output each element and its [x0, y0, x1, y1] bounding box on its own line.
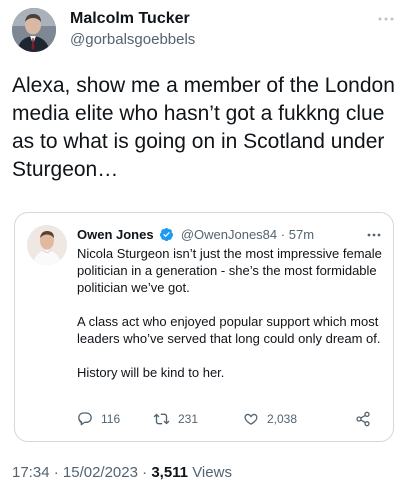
- author-name[interactable]: Malcolm Tucker: [70, 10, 190, 28]
- quoted-tweet-time[interactable]: 57m: [289, 227, 314, 242]
- reply-count: 116: [101, 412, 121, 426]
- retweet-count: 231: [178, 412, 199, 426]
- more-horizontal-icon: [378, 17, 394, 21]
- tweet-page: Malcolm Tucker @gorbalsgoebbels Alexa, s…: [0, 0, 410, 500]
- author-handle[interactable]: @gorbalsgoebbels: [70, 31, 195, 48]
- like-count: 2,038: [267, 412, 298, 426]
- reply-button[interactable]: 116: [77, 410, 120, 428]
- share-button[interactable]: [355, 410, 379, 428]
- separator-dot: ·: [142, 464, 148, 481]
- quoted-more-icon[interactable]: [367, 229, 381, 237]
- quoted-author-handle[interactable]: @OwenJones84: [181, 227, 277, 242]
- reply-icon: [78, 412, 92, 426]
- separator-dot: ·: [280, 227, 286, 242]
- tweet-meta: 17:34 · 15/02/2023 · 3,511 Views: [12, 464, 232, 481]
- quoted-author-avatar-image: [27, 225, 67, 265]
- author-avatar[interactable]: [12, 8, 56, 52]
- verified-badge-icon: [159, 227, 174, 246]
- tweet-text: Alexa, show me a member of the London me…: [12, 72, 398, 184]
- heart-icon: [244, 413, 258, 425]
- author-avatar-image: [12, 8, 56, 52]
- quoted-author-name[interactable]: Owen Jones: [77, 227, 154, 242]
- quoted-paragraph: History will be kind to her.: [77, 365, 225, 380]
- tweet-date[interactable]: 15/02/2023: [63, 464, 138, 481]
- share-icon: [356, 411, 370, 427]
- more-icon[interactable]: [378, 12, 394, 22]
- quoted-tweet-header: Owen Jones @OwenJones84 · 57m: [77, 227, 314, 246]
- quoted-paragraph: A class act who enjoyed popular support …: [77, 314, 381, 346]
- quoted-author-avatar[interactable]: [27, 225, 67, 265]
- tweet-time[interactable]: 17:34: [12, 464, 50, 481]
- quoted-tweet-actions: 116 231 2,038: [77, 410, 387, 428]
- separator-dot: ·: [53, 464, 59, 481]
- quoted-paragraph: Nicola Sturgeon isn’t just the most impr…: [77, 246, 382, 295]
- more-horizontal-icon: [367, 233, 381, 237]
- tweet-header: Malcolm Tucker @gorbalsgoebbels: [12, 8, 398, 54]
- tweet-text-content: Alexa, show me a member of the London me…: [12, 74, 395, 181]
- retweet-icon: [153, 413, 170, 425]
- quoted-tweet-body: Nicola Sturgeon isn’t just the most impr…: [77, 245, 383, 381]
- views-count: 3,511: [151, 464, 189, 481]
- like-button[interactable]: 2,038: [243, 410, 297, 428]
- views-label: Views: [192, 464, 232, 481]
- quoted-tweet-card[interactable]: Owen Jones @OwenJones84 · 57m Nicola Stu…: [14, 212, 394, 442]
- retweet-button[interactable]: 231: [153, 410, 198, 428]
